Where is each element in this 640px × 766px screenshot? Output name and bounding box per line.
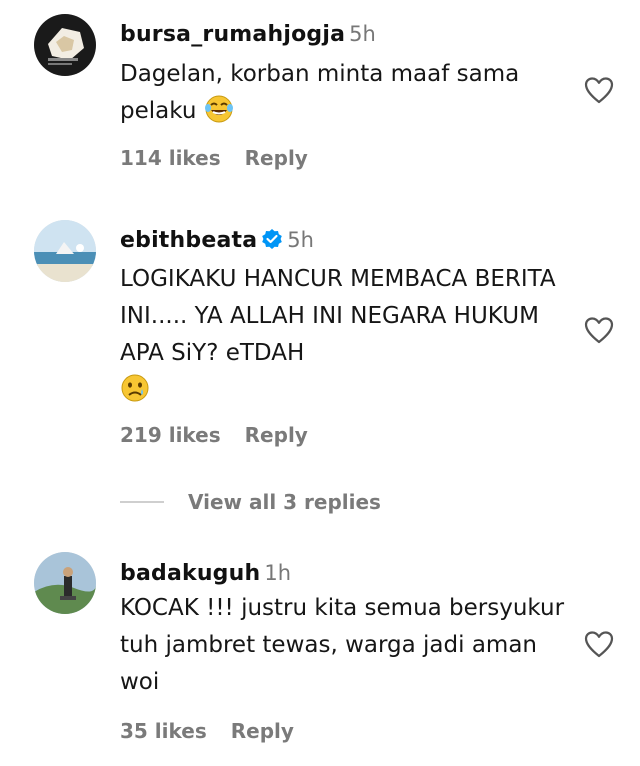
timestamp: 5h <box>349 22 376 46</box>
sad-face-with-tear-icon <box>120 373 150 403</box>
avatar[interactable] <box>34 14 96 76</box>
reply-button[interactable]: Reply <box>245 146 308 170</box>
comment-text-content: KOCAK !!! justru kita semua bersyukur tu… <box>120 595 565 695</box>
comment-meta: 219 likes Reply <box>120 422 308 448</box>
view-replies-label[interactable]: View all 3 replies <box>188 490 381 514</box>
reply-button[interactable]: Reply <box>231 719 294 743</box>
like-heart-icon[interactable] <box>584 316 614 344</box>
timestamp: 5h <box>287 228 314 252</box>
likes-count[interactable]: 114 likes <box>120 146 221 170</box>
username[interactable]: ebithbeata <box>120 228 257 253</box>
like-heart-icon[interactable] <box>584 630 614 658</box>
comment-header: ebithbeata 5h <box>120 226 314 255</box>
username[interactable]: bursa_rumahjogja <box>120 22 345 47</box>
face-with-tears-of-joy-icon <box>204 94 234 124</box>
avatar[interactable] <box>34 220 96 282</box>
comment-text: KOCAK !!! justru kita semua bersyukur tu… <box>120 590 580 701</box>
comment-text-content: Dagelan, korban minta maaf sama pelaku <box>120 61 520 124</box>
comment-text: Dagelan, korban minta maaf sama pelaku <box>120 56 580 130</box>
comment-meta: 35 likes Reply <box>120 718 294 744</box>
likes-count[interactable]: 219 likes <box>120 423 221 447</box>
username[interactable]: badakuguh <box>120 561 260 586</box>
comment-text: LOGIKAKU HANCUR MEMBACA BERITA INI..... … <box>120 261 580 409</box>
comment-meta: 114 likes Reply <box>120 145 308 171</box>
replies-divider <box>120 501 164 503</box>
like-heart-icon[interactable] <box>584 76 614 104</box>
verified-badge-icon <box>261 228 283 250</box>
reply-button[interactable]: Reply <box>245 423 308 447</box>
comment-text-content: LOGIKAKU HANCUR MEMBACA BERITA INI..... … <box>120 266 556 366</box>
avatar[interactable] <box>34 552 96 614</box>
comment-header: bursa_rumahjogja 5h <box>120 20 376 49</box>
likes-count[interactable]: 35 likes <box>120 719 207 743</box>
timestamp: 1h <box>264 561 292 585</box>
comment-header: badakuguh 1h <box>120 559 291 588</box>
view-replies-toggle[interactable]: View all 3 replies <box>120 490 381 514</box>
